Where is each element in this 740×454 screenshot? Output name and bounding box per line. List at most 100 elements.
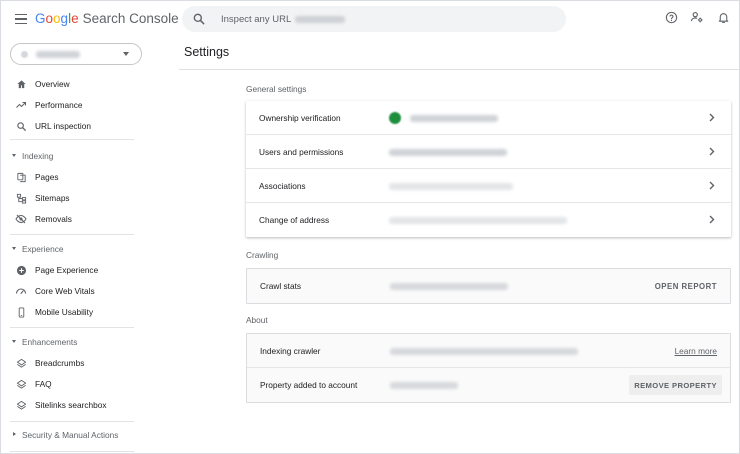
sidebar-section-label: Indexing bbox=[22, 151, 54, 161]
sidebar-item-label: Overview bbox=[35, 79, 70, 89]
settings-row-property-added: Property added to account REMOVE PROPERT… bbox=[247, 368, 730, 402]
phone-icon bbox=[15, 306, 27, 318]
sidebar-item-label: Pages bbox=[35, 172, 59, 182]
blurred-value bbox=[390, 382, 458, 389]
blurred-value bbox=[389, 149, 507, 156]
sidebar-item-label: Performance bbox=[35, 100, 83, 110]
search-input[interactable] bbox=[221, 13, 293, 25]
notifications-bell-icon[interactable] bbox=[715, 9, 731, 25]
sidebar-item-overview[interactable]: Overview bbox=[1, 74, 135, 94]
product-name: Search Console bbox=[82, 11, 179, 26]
settings-row-associations[interactable]: Associations bbox=[246, 169, 731, 203]
sidebar-item-label: Sitelinks searchbox bbox=[35, 400, 107, 410]
sidebar-divider bbox=[10, 451, 134, 452]
sidebar-item-label: Page Experience bbox=[35, 265, 99, 275]
logo-letter: o bbox=[45, 11, 54, 26]
logo-letter: g bbox=[60, 11, 69, 26]
trending-icon bbox=[15, 99, 27, 111]
sidebar-section-security-manual-actions[interactable]: Security & Manual Actions bbox=[1, 426, 135, 444]
settings-row-ownership[interactable]: Ownership verification bbox=[246, 101, 731, 135]
blurred-property-name bbox=[295, 15, 345, 23]
hamburger-menu-icon[interactable] bbox=[12, 10, 30, 28]
logo-letter: o bbox=[53, 11, 61, 26]
top-bar: Google Search Console bbox=[1, 1, 739, 37]
caret-right-icon bbox=[13, 432, 16, 436]
help-icon[interactable] bbox=[663, 9, 679, 25]
chevron-right-icon bbox=[709, 113, 715, 122]
sidebar-item-label: URL inspection bbox=[35, 121, 91, 131]
layers-icon bbox=[15, 378, 27, 390]
app-logo[interactable]: Google Search Console bbox=[35, 11, 179, 26]
sidebar-item-label: FAQ bbox=[35, 379, 52, 389]
sidebar-divider bbox=[10, 327, 134, 328]
learn-more-link[interactable]: Learn more bbox=[675, 346, 717, 356]
gauge-icon bbox=[15, 285, 27, 297]
remove-property-button[interactable]: REMOVE PROPERTY bbox=[629, 375, 722, 395]
google-wordmark: Google bbox=[35, 11, 79, 26]
row-label: Indexing crawler bbox=[260, 345, 321, 356]
sidebar-item-mobile-usability[interactable]: Mobile Usability bbox=[1, 302, 135, 322]
row-label: Change of address bbox=[259, 215, 330, 225]
top-actions bbox=[663, 9, 731, 25]
blurred-value bbox=[390, 348, 578, 355]
property-favicon-icon bbox=[21, 50, 28, 58]
sidebar-item-label: Mobile Usability bbox=[35, 307, 94, 317]
sidebar-section-label: Experience bbox=[22, 244, 64, 254]
sidebar-divider bbox=[10, 139, 134, 140]
sidebar-item-url-inspection[interactable]: URL inspection bbox=[1, 116, 135, 136]
verified-check-icon bbox=[389, 112, 401, 124]
settings-row-change-address[interactable]: Change of address bbox=[246, 203, 731, 237]
chevron-right-icon bbox=[709, 215, 715, 224]
blurred-value bbox=[390, 283, 508, 290]
open-report-button[interactable]: OPEN REPORT bbox=[655, 282, 717, 291]
blurred-value bbox=[410, 115, 498, 122]
sidebar-section-indexing[interactable]: Indexing bbox=[1, 147, 135, 165]
row-label: Associations bbox=[259, 180, 306, 191]
caret-down-icon bbox=[12, 247, 16, 250]
sidebar-divider bbox=[10, 234, 134, 235]
sidebar-item-pages[interactable]: Pages bbox=[1, 167, 135, 187]
page-title: Settings bbox=[184, 45, 230, 59]
home-icon bbox=[15, 78, 27, 90]
general-settings-label: General settings bbox=[246, 84, 307, 94]
chevron-right-icon bbox=[709, 147, 715, 156]
about-label: About bbox=[246, 315, 268, 325]
manage-users-icon[interactable] bbox=[689, 9, 705, 25]
settings-row-crawl-stats[interactable]: Crawl stats OPEN REPORT bbox=[247, 269, 730, 303]
sidebar-divider bbox=[10, 421, 134, 422]
row-label: Users and permissions bbox=[259, 146, 344, 157]
title-divider bbox=[179, 69, 739, 70]
crawling-label: Crawling bbox=[246, 250, 279, 260]
blurred-value bbox=[389, 217, 567, 224]
sidebar-item-faq[interactable]: FAQ bbox=[1, 374, 135, 394]
blurred-property-label bbox=[36, 50, 80, 58]
sidebar-item-sitelinks-searchbox[interactable]: Sitelinks searchbox bbox=[1, 395, 135, 415]
logo-letter: e bbox=[71, 11, 79, 26]
sidebar-item-page-experience[interactable]: Page Experience bbox=[1, 260, 135, 280]
sidebar-item-label: Sitemaps bbox=[35, 193, 70, 203]
sidebar-section-experience[interactable]: Experience bbox=[1, 240, 135, 258]
sidebar-item-sitemaps[interactable]: Sitemaps bbox=[1, 188, 135, 208]
sidebar-item-label: Removals bbox=[35, 214, 72, 224]
removals-icon bbox=[15, 213, 27, 225]
search-icon bbox=[193, 13, 205, 25]
url-inspection-search[interactable] bbox=[182, 6, 566, 32]
row-label: Crawl stats bbox=[260, 281, 302, 291]
crawling-card: Crawl stats OPEN REPORT bbox=[246, 268, 731, 304]
sidebar-section-enhancements[interactable]: Enhancements bbox=[1, 333, 135, 351]
sidebar-item-core-web-vitals[interactable]: Core Web Vitals bbox=[1, 281, 135, 301]
caret-down-icon bbox=[12, 154, 16, 157]
sidebar-item-performance[interactable]: Performance bbox=[1, 95, 135, 115]
sidebar-item-breadcrumbs[interactable]: Breadcrumbs bbox=[1, 353, 135, 373]
row-label: Property added to account bbox=[260, 380, 358, 390]
sitemap-icon bbox=[15, 192, 27, 204]
sidebar-item-label: Core Web Vitals bbox=[35, 286, 95, 296]
sidebar-item-removals[interactable]: Removals bbox=[1, 209, 135, 229]
property-selector[interactable] bbox=[10, 43, 142, 65]
layers-icon bbox=[15, 357, 27, 369]
pages-icon bbox=[15, 171, 27, 183]
settings-row-indexing-crawler: Indexing crawler Learn more bbox=[247, 334, 730, 368]
chevron-down-icon bbox=[123, 52, 129, 56]
settings-row-users[interactable]: Users and permissions bbox=[246, 135, 731, 169]
sidebar-section-label: Security & Manual Actions bbox=[22, 430, 119, 440]
